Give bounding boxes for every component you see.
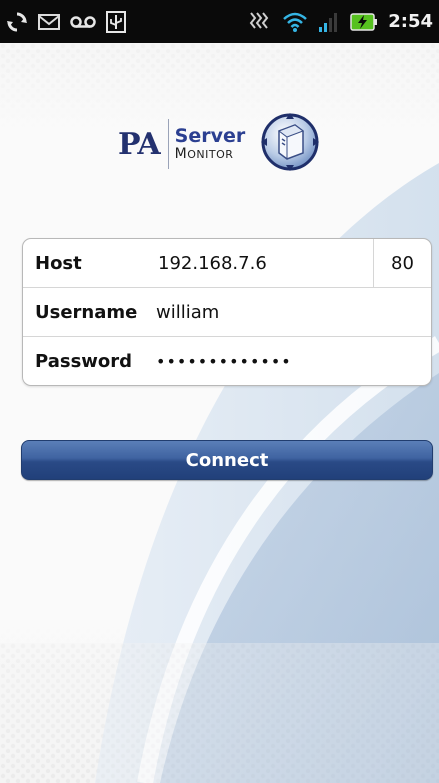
host-input[interactable]: 192.168.7.6 <box>158 253 267 274</box>
signal-icon <box>318 11 340 33</box>
gmail-icon <box>38 13 60 31</box>
logo-wordmark: Server MONITOR <box>174 125 246 162</box>
battery-charging-icon <box>350 12 378 32</box>
logo-divider <box>167 119 169 169</box>
usb-debug-icon <box>106 10 126 33</box>
logo-server-text: Server <box>174 125 246 147</box>
logo-monitor-text: MONITOR <box>175 147 246 161</box>
server-monitor-emblem-icon <box>259 111 321 177</box>
port-value: 80 <box>391 252 414 274</box>
password-row: Password ••••••••••••• <box>23 337 431 385</box>
app-logo: PA Server MONITOR <box>118 111 321 177</box>
logo-pa-text: PA <box>118 126 161 162</box>
username-row: Username william <box>23 288 431 337</box>
host-label: Host <box>35 252 82 274</box>
username-label: Username <box>35 301 138 323</box>
vibrate-icon <box>248 11 272 33</box>
status-bar: 2:54 <box>0 0 439 43</box>
status-bar-time: 2:54 <box>388 11 433 32</box>
sync-icon <box>6 11 28 33</box>
host-row: Host 192.168.7.6 80 <box>23 239 431 288</box>
connect-button[interactable]: Connect <box>21 440 433 480</box>
wifi-icon <box>282 11 308 33</box>
password-input[interactable]: ••••••••••••• <box>156 352 292 371</box>
status-bar-notifications <box>6 10 126 33</box>
logo-monitor-rest: ONITOR <box>187 148 234 161</box>
login-form: Host 192.168.7.6 80 Username william Pas… <box>22 238 432 386</box>
status-bar-system: 2:54 <box>248 11 433 33</box>
password-label: Password <box>35 350 133 372</box>
username-input[interactable]: william <box>156 302 219 323</box>
voicemail-icon <box>70 15 96 29</box>
port-input[interactable]: 80 <box>373 239 431 287</box>
logo-monitor-initial: M <box>174 146 188 162</box>
